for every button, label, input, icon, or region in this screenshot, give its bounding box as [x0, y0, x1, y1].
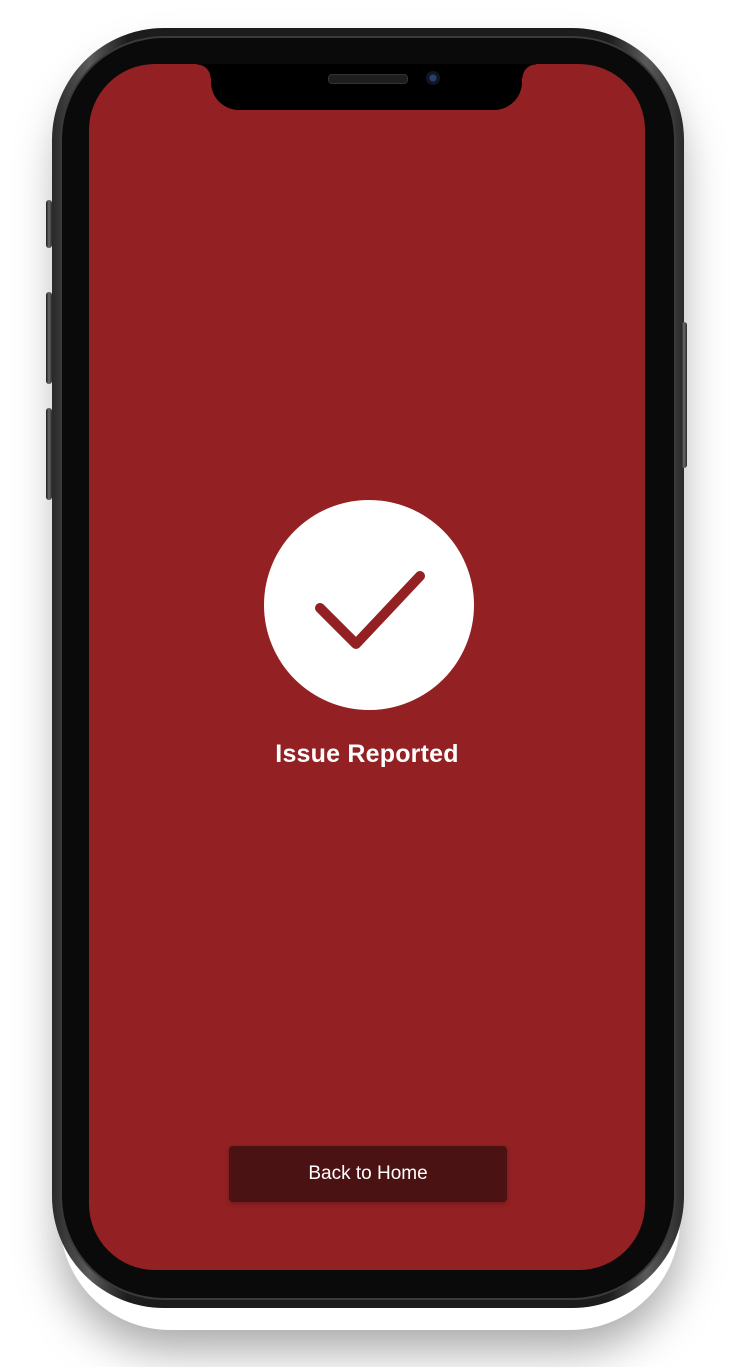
confirmation-title: Issue Reported	[275, 740, 459, 768]
checkmark-circle-icon	[264, 500, 474, 710]
checkmark-icon	[315, 571, 425, 649]
back-to-home-button[interactable]: Back to Home	[229, 1146, 507, 1202]
mute-switch	[46, 200, 52, 248]
notch	[197, 64, 536, 110]
power-button	[681, 322, 687, 468]
app-screen: Issue Reported Back to Home	[89, 64, 645, 1270]
volume-down-button	[46, 408, 52, 500]
volume-up-button	[46, 292, 52, 384]
device-mockup: Issue Reported Back to Home	[0, 0, 733, 1367]
front-camera-icon	[426, 71, 440, 85]
speaker-grille	[328, 74, 408, 84]
